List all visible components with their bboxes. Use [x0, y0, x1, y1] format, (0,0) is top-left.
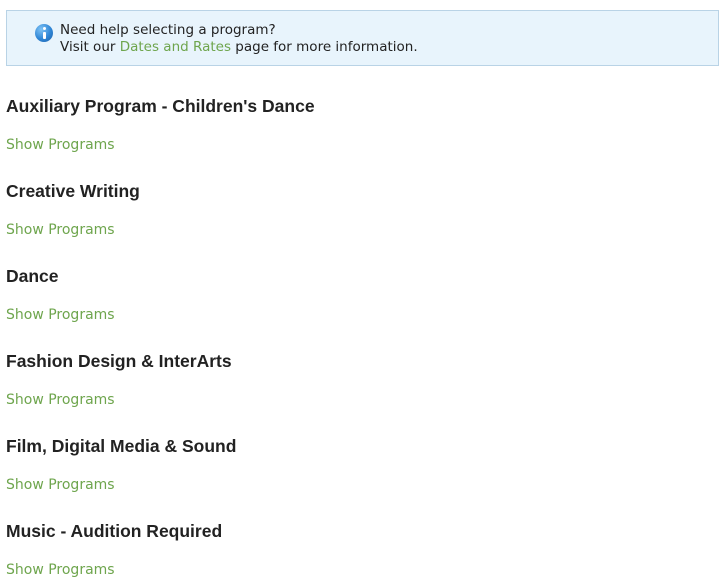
help-line-prefix: Visit our	[60, 39, 120, 55]
category-title: Film, Digital Media & Sound	[6, 436, 237, 456]
category-title: Fashion Design & InterArts	[6, 351, 232, 371]
category-fashion-design-interarts: Fashion Design & InterArts Show Programs	[6, 351, 232, 408]
show-programs-link[interactable]: Show Programs	[6, 392, 232, 408]
help-line-suffix: page for more information.	[231, 39, 418, 55]
help-text: Need help selecting a program? Visit our…	[60, 22, 418, 56]
category-music-audition-required: Music - Audition Required Show Programs	[6, 521, 222, 578]
help-line-2: Visit our Dates and Rates page for more …	[60, 39, 418, 56]
info-icon	[35, 24, 53, 42]
show-programs-link[interactable]: Show Programs	[6, 477, 236, 493]
dates-and-rates-link[interactable]: Dates and Rates	[120, 39, 231, 55]
show-programs-link[interactable]: Show Programs	[6, 222, 140, 238]
help-question: Need help selecting a program?	[60, 22, 276, 38]
category-title: Dance	[6, 266, 59, 286]
category-title: Creative Writing	[6, 181, 140, 201]
category-creative-writing: Creative Writing Show Programs	[6, 181, 140, 238]
category-title: Auxiliary Program - Children's Dance	[6, 96, 315, 116]
show-programs-link[interactable]: Show Programs	[6, 562, 222, 578]
category-auxiliary-childrens-dance: Auxiliary Program - Children's Dance Sho…	[6, 96, 315, 153]
category-title: Music - Audition Required	[6, 521, 223, 541]
category-dance: Dance Show Programs	[6, 266, 115, 323]
show-programs-link[interactable]: Show Programs	[6, 307, 115, 323]
category-film-digital-media-sound: Film, Digital Media & Sound Show Program…	[6, 436, 236, 493]
show-programs-link[interactable]: Show Programs	[6, 137, 315, 153]
help-info-box: Need help selecting a program? Visit our…	[6, 10, 719, 66]
